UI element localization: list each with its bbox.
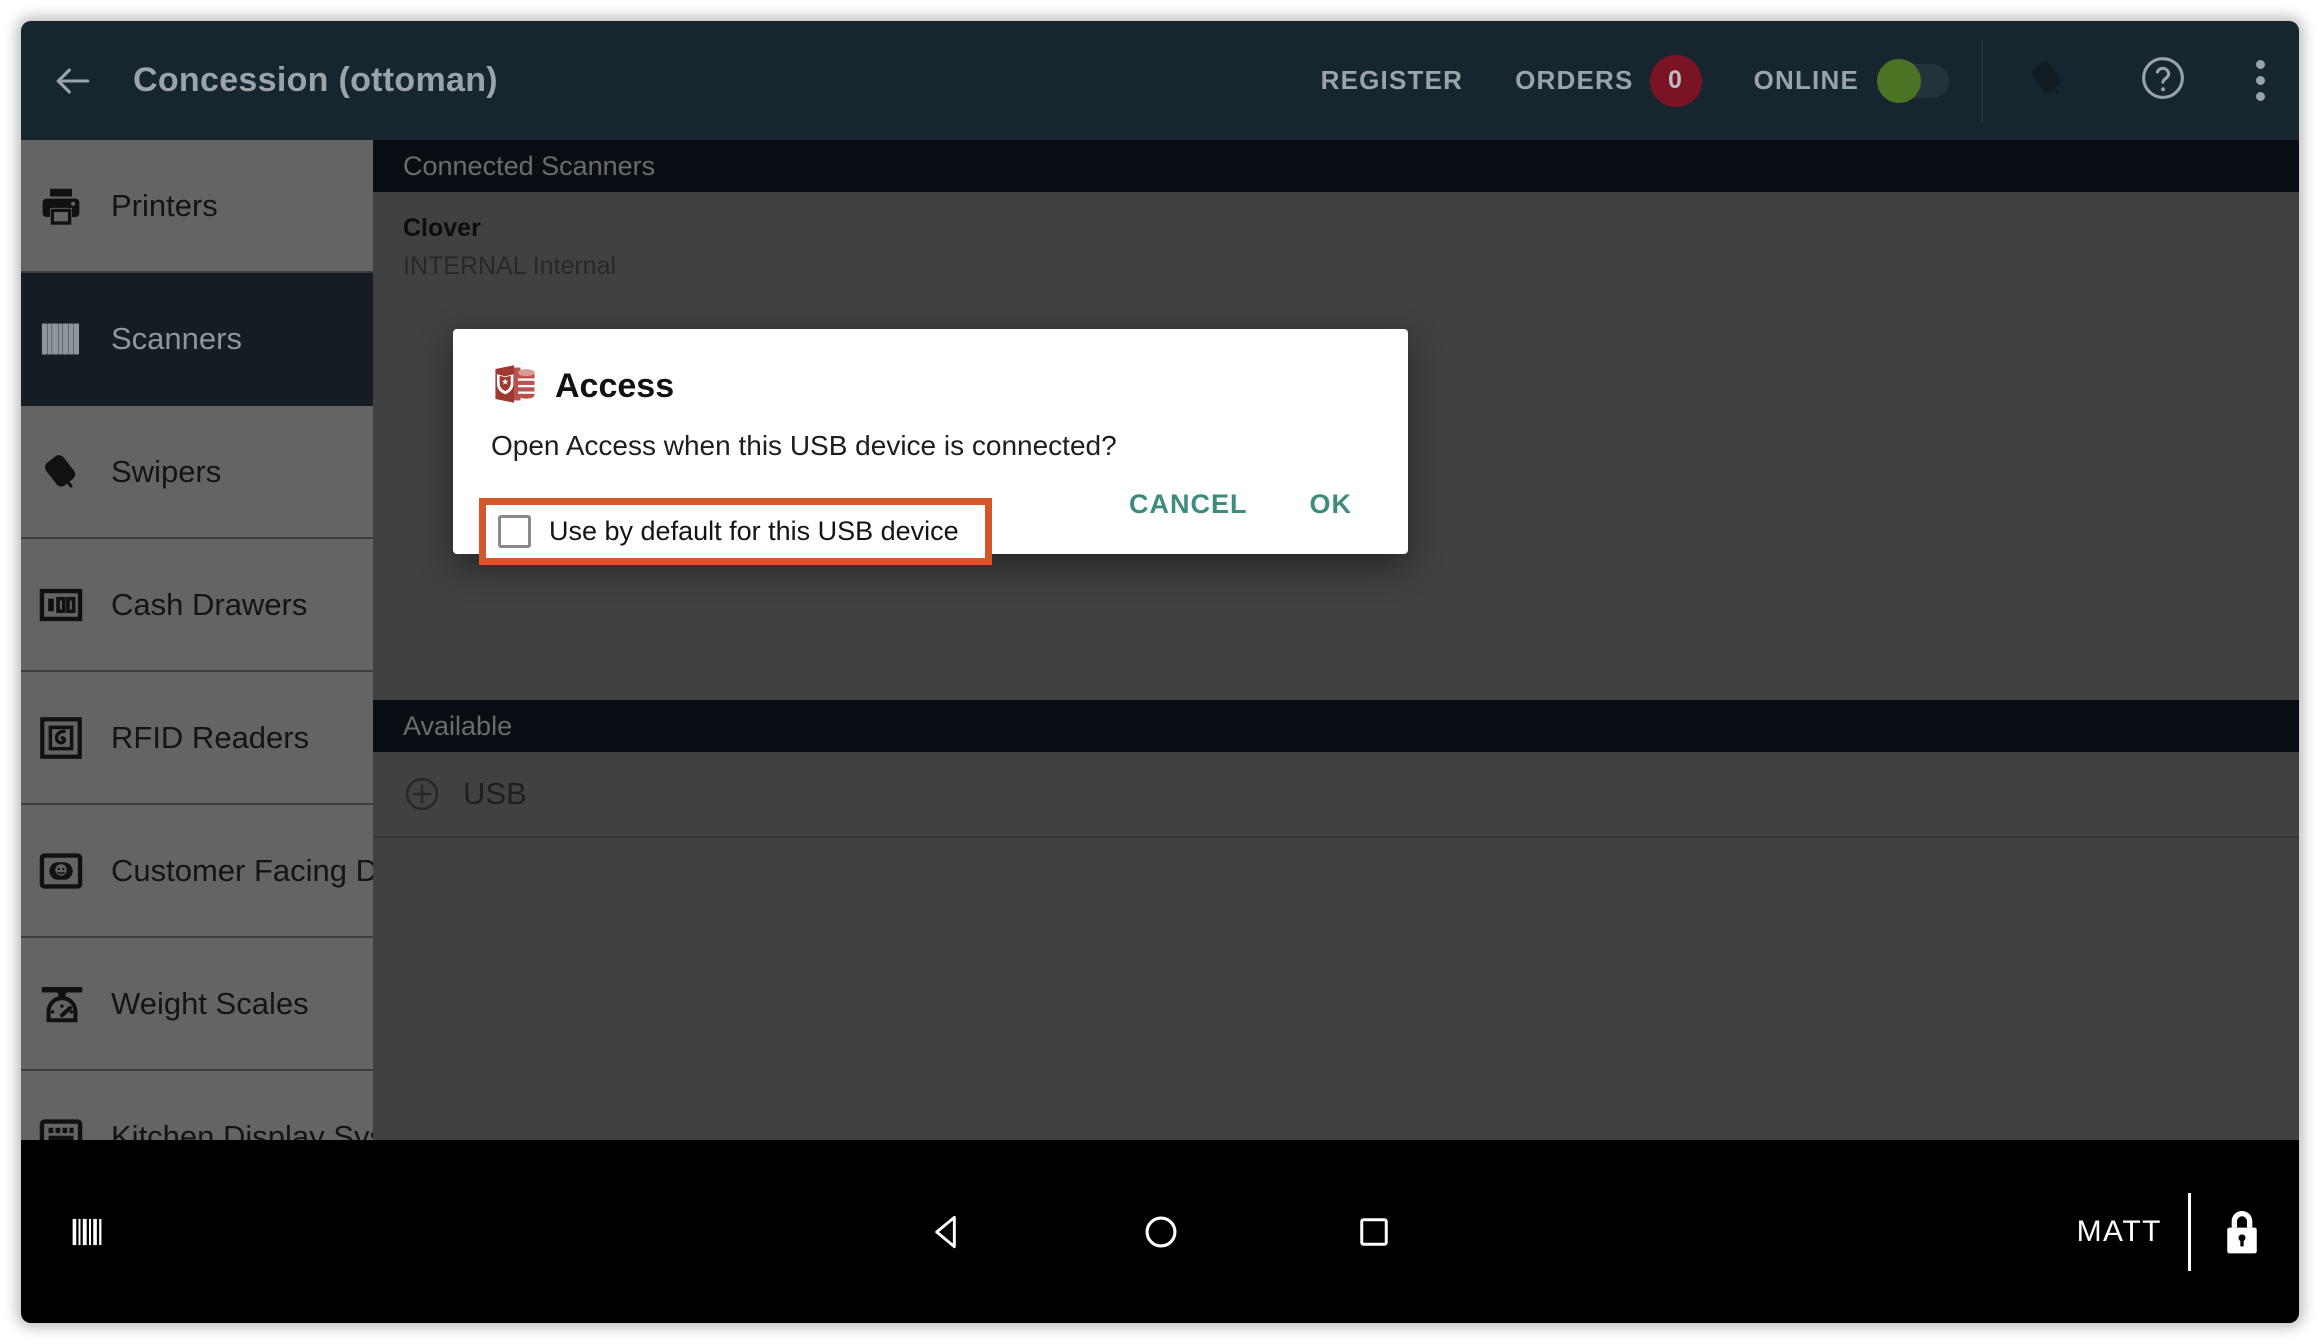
use-by-default-label: Use by default for this USB device xyxy=(549,516,959,546)
tablet-device-frame: Concession (ottoman) REGISTER ORDERS 0 O… xyxy=(21,21,2299,1323)
online-toggle-switch[interactable] xyxy=(1877,58,1949,103)
swiper-button[interactable] xyxy=(1989,21,2105,140)
online-label: ONLINE xyxy=(1753,65,1859,95)
page-title: Concession (ottoman) xyxy=(133,61,498,99)
usb-access-dialog[interactable]: Access Open Access when this USB device … xyxy=(453,329,1408,565)
system-navigation-bar: MATT xyxy=(21,1140,2299,1323)
sidebar-item-cash-drawers[interactable]: Cash Drawers xyxy=(21,539,373,672)
dialog-message: Open Access when this USB device is conn… xyxy=(491,430,1117,461)
device-detail: INTERNAL Internal xyxy=(403,252,617,280)
help-button[interactable] xyxy=(2105,21,2221,140)
orders-button[interactable]: ORDERS 0 xyxy=(1489,21,1727,140)
rfid-reader-icon xyxy=(39,712,99,764)
nav-recents-icon[interactable] xyxy=(1353,1211,1395,1253)
customer-display-icon xyxy=(39,845,99,897)
available-device-row-usb[interactable]: USB xyxy=(373,752,2299,838)
sidebar-item-label: Weight Scales xyxy=(111,985,309,1021)
sidebar-item-scanners[interactable]: Scanners xyxy=(21,273,373,406)
overflow-dot xyxy=(2255,92,2265,101)
sidebar-item-label: Scanners xyxy=(111,320,242,356)
orders-count-badge: 0 xyxy=(1649,54,1702,107)
sidebar-item-label: RFID Readers xyxy=(111,719,310,755)
register-label: REGISTER xyxy=(1320,65,1464,95)
sidebar-item-label: Printers xyxy=(111,187,218,223)
android-nav-buttons xyxy=(21,1210,2299,1254)
overflow-menu-icon[interactable] xyxy=(2221,21,2299,140)
scanners-content-panel: Connected Scanners Clover INTERNAL Inter… xyxy=(373,140,2299,1140)
online-toggle-knob xyxy=(1877,58,1921,103)
weight-scale-icon xyxy=(39,978,99,1030)
sidebar-item-swipers[interactable]: Swipers xyxy=(21,406,373,539)
sidebar-item-printers[interactable]: Printers xyxy=(21,140,373,273)
sidebar-item-rfid-readers[interactable]: RFID Readers xyxy=(21,672,373,805)
available-scanners-list: USB xyxy=(373,752,2299,838)
appbar-divider xyxy=(1981,39,1983,122)
overflow-dot xyxy=(2255,60,2265,69)
sidebar-item-customer-facing-displays[interactable]: Customer Facing Displays xyxy=(21,805,373,938)
arrow-left-icon xyxy=(51,59,95,103)
connected-device-row[interactable]: Clover INTERNAL Internal xyxy=(373,192,2299,307)
sidebar-item-weight-scales[interactable]: Weight Scales xyxy=(21,938,373,1071)
help-circle-icon xyxy=(2138,53,2188,108)
orders-label: ORDERS xyxy=(1515,65,1634,95)
connected-scanners-header: Connected Scanners xyxy=(373,140,2299,192)
sidebar-item-kitchen-display-systems[interactable]: Kitchen Display Systems xyxy=(21,1071,373,1140)
dialog-title: Access xyxy=(555,367,675,405)
current-user-label: MATT xyxy=(2076,1214,2162,1248)
ok-button[interactable]: OK xyxy=(1292,477,1371,532)
back-button[interactable] xyxy=(21,21,125,140)
access-app-icon xyxy=(491,361,537,412)
nav-back-icon[interactable] xyxy=(925,1210,969,1254)
register-button[interactable]: REGISTER xyxy=(1295,21,1490,140)
available-device-label: USB xyxy=(463,776,527,811)
sidebar-item-label: Cash Drawers xyxy=(111,586,308,622)
dialog-header: Access xyxy=(491,361,1370,412)
nav-home-icon[interactable] xyxy=(1139,1210,1183,1254)
cancel-button[interactable]: CANCEL xyxy=(1111,477,1266,532)
barcode-scanner-icon xyxy=(39,313,99,365)
app-bar: Concession (ottoman) REGISTER ORDERS 0 O… xyxy=(21,21,2299,140)
device-name: Clover xyxy=(403,214,481,242)
checkbox-highlight-box[interactable]: Use by default for this USB device xyxy=(479,498,992,565)
online-toggle-group[interactable]: ONLINE xyxy=(1728,21,1975,140)
dialog-actions: CANCEL OK xyxy=(1111,477,1370,532)
printer-icon xyxy=(39,180,99,232)
overflow-dot xyxy=(2255,76,2265,85)
use-by-default-checkbox[interactable] xyxy=(498,515,531,548)
sidebar-item-label: Swipers xyxy=(111,453,222,489)
body-region: Printers Scanners Swipers Cash Drawers R… xyxy=(21,140,2299,1140)
plus-circle-icon xyxy=(403,775,441,813)
lock-icon[interactable] xyxy=(2191,1208,2299,1256)
sidebar-item-label: Kitchen Display Systems xyxy=(111,1118,373,1141)
swiper-icon xyxy=(39,446,99,498)
kitchen-display-icon xyxy=(39,1111,99,1140)
dialog-surface: Access Open Access when this USB device … xyxy=(453,329,1408,565)
cash-drawer-icon xyxy=(39,579,99,631)
settings-sidebar[interactable]: Printers Scanners Swipers Cash Drawers R… xyxy=(21,140,373,1140)
swiper-icon xyxy=(2024,55,2070,106)
sidebar-item-label: Customer Facing Displays xyxy=(111,852,373,888)
system-bar-right: MATT xyxy=(2077,1140,2299,1323)
available-scanners-header: Available xyxy=(373,700,2299,752)
